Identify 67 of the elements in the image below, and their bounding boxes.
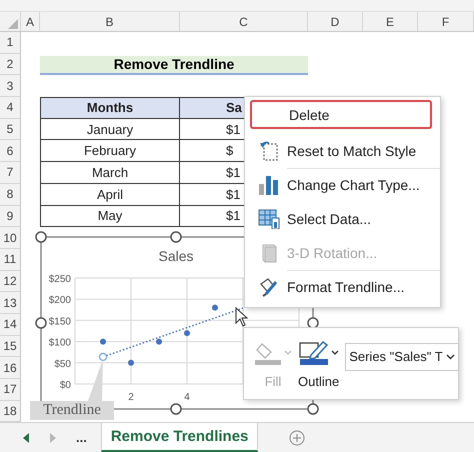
table-cell: May bbox=[40, 206, 180, 228]
row-header[interactable]: 4 bbox=[0, 97, 21, 119]
paint-bucket-icon bbox=[258, 276, 280, 298]
data-point[interactable] bbox=[100, 338, 106, 345]
sheet-tab[interactable]: Remove Trendlines bbox=[100, 423, 258, 452]
row-header[interactable]: 6 bbox=[0, 140, 21, 162]
table-chart-icon bbox=[258, 209, 280, 229]
axis-label: $150 bbox=[48, 316, 71, 328]
row-header[interactable]: 2 bbox=[0, 54, 21, 76]
column-header[interactable]: F bbox=[418, 12, 474, 31]
column-header[interactable]: E bbox=[363, 12, 418, 31]
row-header[interactable]: 10 bbox=[0, 227, 21, 249]
data-point[interactable] bbox=[128, 360, 134, 366]
selection-handle[interactable] bbox=[98, 352, 108, 361]
chart-title: Sales bbox=[158, 248, 194, 264]
column-header[interactable]: A bbox=[21, 12, 40, 31]
row-header[interactable]: 8 bbox=[0, 184, 21, 206]
row-header[interactable]: 15 bbox=[0, 336, 21, 358]
data-point[interactable] bbox=[156, 338, 162, 345]
resize-handle[interactable] bbox=[35, 231, 47, 243]
resize-handle[interactable] bbox=[170, 403, 182, 415]
series-dropdown[interactable]: Series "Sales" T bbox=[345, 342, 459, 370]
row-header[interactable]: 5 bbox=[0, 118, 21, 140]
axis-label: $200 bbox=[48, 295, 71, 306]
column-header[interactable]: D bbox=[308, 12, 363, 31]
row-header[interactable]: 1 bbox=[0, 32, 21, 54]
reset-style-icon bbox=[258, 140, 278, 162]
row-header[interactable]: 11 bbox=[0, 248, 21, 271]
table-cell: January bbox=[40, 118, 180, 140]
add-sheet-icon[interactable] bbox=[289, 430, 306, 446]
more-sheets-button[interactable]: ... bbox=[76, 430, 87, 446]
row-header[interactable]: 17 bbox=[0, 379, 21, 401]
resize-handle[interactable] bbox=[307, 403, 319, 415]
row-header[interactable]: 12 bbox=[0, 270, 21, 292]
title-cell: Remove Trendline bbox=[40, 56, 308, 75]
scroll-left-icon[interactable] bbox=[23, 432, 29, 443]
column-header[interactable]: C bbox=[180, 12, 308, 31]
table-cell: March bbox=[40, 162, 180, 184]
axis-label: $250 bbox=[48, 274, 71, 285]
axis-label: 4 bbox=[184, 392, 190, 403]
caret-icon bbox=[330, 350, 339, 356]
row-header[interactable]: 14 bbox=[0, 314, 21, 336]
table-cell: Months bbox=[40, 97, 180, 119]
data-point[interactable] bbox=[212, 304, 218, 311]
column-header[interactable]: B bbox=[40, 12, 180, 31]
axis-label: $100 bbox=[48, 338, 71, 349]
pen-outline-icon bbox=[298, 340, 329, 366]
row-header[interactable]: 13 bbox=[0, 292, 21, 314]
row-header[interactable]: 7 bbox=[0, 162, 21, 184]
axis-label: $50 bbox=[54, 358, 71, 370]
toolbar-button[interactable]: Outline bbox=[298, 338, 340, 389]
caret-icon bbox=[284, 350, 292, 356]
row-header[interactable]: 18 bbox=[0, 400, 21, 422]
row-header[interactable]: 3 bbox=[0, 75, 21, 98]
bar-chart-icon bbox=[258, 175, 280, 195]
table-cell: February bbox=[40, 140, 180, 162]
fill-bucket-icon bbox=[254, 341, 282, 365]
resize-handle[interactable] bbox=[35, 317, 47, 329]
caret-icon bbox=[446, 354, 455, 360]
table-cell: April bbox=[40, 184, 180, 206]
row-header[interactable]: 16 bbox=[0, 357, 21, 379]
data-point[interactable] bbox=[184, 330, 190, 336]
resize-handle[interactable] bbox=[170, 231, 182, 243]
row-header[interactable]: 9 bbox=[0, 206, 21, 228]
axis-label: $0 bbox=[60, 380, 71, 391]
menu-item[interactable]: Delete bbox=[250, 100, 432, 129]
axis-label: 2 bbox=[128, 392, 134, 403]
